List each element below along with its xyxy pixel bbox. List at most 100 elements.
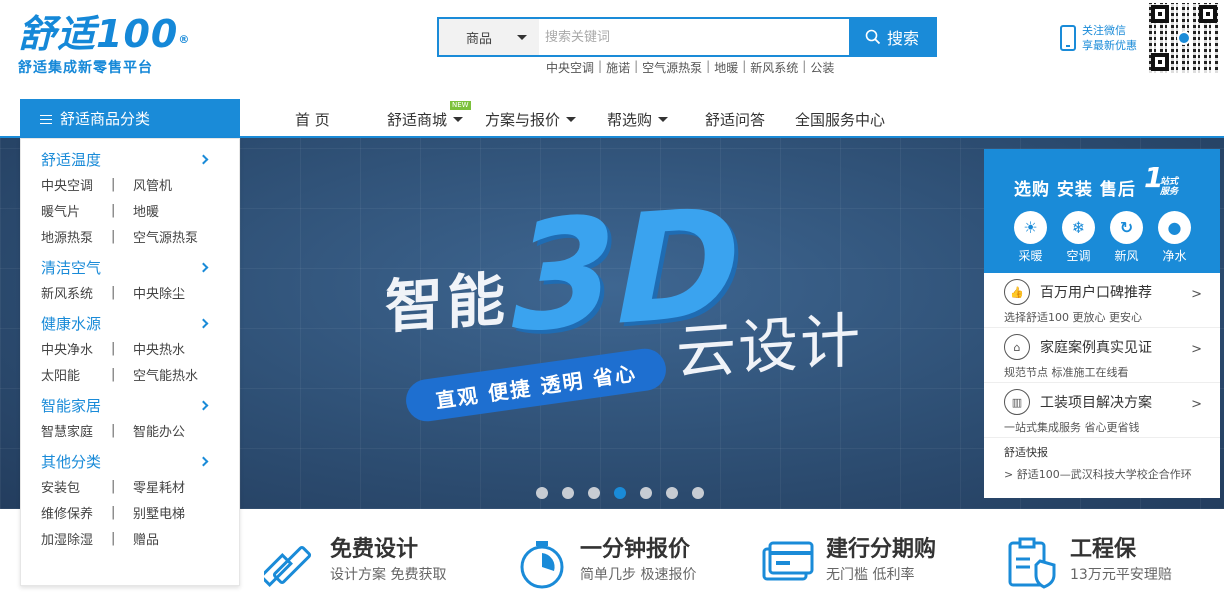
category-link[interactable]: 安装包 bbox=[41, 477, 111, 496]
category-link[interactable]: 维修保养 bbox=[41, 503, 111, 522]
hot-link[interactable]: 空气源热泵 bbox=[642, 59, 702, 76]
carousel-dot[interactable] bbox=[536, 487, 548, 499]
heating-link[interactable]: ☀ 采暖 bbox=[1014, 211, 1047, 264]
banner-word-cloud-design: 云设计 bbox=[676, 305, 862, 389]
feature-project-insurance[interactable]: 工程保 13万元平安理赔 bbox=[1004, 535, 1172, 591]
panel-item-cases[interactable]: ⌂ 家庭案例真实见证 > 规范节点 标准施工在线看 bbox=[984, 328, 1220, 383]
category-link[interactable]: 零星耗材 bbox=[133, 477, 185, 496]
hot-link[interactable]: 公装 bbox=[810, 59, 834, 76]
category-row: 暖气片 | 地暖 bbox=[41, 201, 160, 220]
category-row: 新风系统 | 中央除尘 bbox=[41, 283, 186, 302]
carousel-dot[interactable] bbox=[640, 487, 652, 499]
feature-quick-quote[interactable]: 一分钟报价 简单几步 极速报价 bbox=[514, 535, 696, 591]
chevron-right-icon: > bbox=[1191, 342, 1202, 357]
nav-item-help-buy[interactable]: 帮选购 bbox=[607, 109, 669, 130]
nav-item-mall[interactable]: 舒适商城 bbox=[387, 109, 464, 130]
category-group: 智能家居 智慧家庭 | 智能办公 bbox=[21, 393, 239, 443]
phone-icon bbox=[1060, 25, 1076, 51]
panel-item-projects[interactable]: ▥ 工装项目解决方案 > 一站式集成服务 省心更省钱 bbox=[984, 383, 1220, 438]
service-panel: 选购 安装 售后 1 站式 服务 ☀ 采暖 ❄ 空调 ↻ 新风 ● 净水 👍 百万用户口碑推… bbox=[984, 149, 1220, 498]
panel-item-reviews[interactable]: 👍 百万用户口碑推荐 > 选择舒适100 更放心 更安心 bbox=[984, 273, 1220, 328]
category-menu-button[interactable]: 舒适商品分类 bbox=[20, 99, 240, 138]
category-link[interactable]: 地源热泵 bbox=[41, 227, 111, 246]
category-link[interactable]: 空气能热水 bbox=[133, 365, 198, 384]
carousel-dot[interactable] bbox=[562, 487, 574, 499]
category-title[interactable]: 智能家居 bbox=[41, 393, 219, 417]
list-icon bbox=[40, 113, 52, 124]
category-link[interactable]: 太阳能 bbox=[41, 365, 111, 384]
category-row: 中央空调 | 风管机 bbox=[41, 175, 173, 194]
feature-installment[interactable]: 建行分期购 无门槛 低利率 bbox=[760, 535, 936, 591]
category-title[interactable]: 清洁空气 bbox=[41, 255, 219, 279]
water-link[interactable]: ● 净水 bbox=[1158, 211, 1191, 264]
category-link[interactable]: 新风系统 bbox=[41, 283, 111, 302]
category-link[interactable]: 加湿除湿 bbox=[41, 529, 111, 548]
nav-item-quote[interactable]: 方案与报价 bbox=[485, 109, 577, 130]
hot-link[interactable]: 新风系统 bbox=[750, 59, 798, 76]
snowflake-icon: ❄ bbox=[1062, 211, 1095, 244]
carousel-dot[interactable] bbox=[692, 487, 704, 499]
news-link[interactable]: > 舒适100—武汉科技大学校企合作环 bbox=[984, 460, 1220, 482]
category-dropdown: 舒适温度中央空调 | 风管机 暖气片 | 地暖地源热泵 | 空气源热泵清洁空气新风系统 | 中央除… bbox=[20, 138, 240, 586]
category-link[interactable]: 赠品 bbox=[133, 529, 159, 548]
logo-slogan: 舒适集成新零售平台 bbox=[18, 60, 153, 76]
category-link[interactable]: 空气源热泵 bbox=[133, 227, 198, 246]
logo[interactable]: 舒适100® 舒适集成新零售平台 bbox=[18, 12, 193, 77]
category-link[interactable]: 智慧家庭 bbox=[41, 421, 111, 440]
stopwatch-icon bbox=[520, 541, 564, 589]
category-link[interactable]: 中央空调 bbox=[41, 175, 111, 194]
chevron-right-icon: > bbox=[1191, 397, 1202, 412]
category-row: 加湿除湿 | 赠品 bbox=[41, 529, 160, 548]
category-link[interactable]: 暖气片 bbox=[41, 201, 111, 220]
wechat-follow[interactable]: 关注微信 享最新优惠 bbox=[1060, 23, 1137, 53]
search-input[interactable] bbox=[539, 19, 849, 55]
fan-icon: ↻ bbox=[1110, 211, 1143, 244]
hot-link[interactable]: 中央空调 bbox=[546, 59, 594, 76]
category-group: 舒适温度中央空调 | 风管机 暖气片 | 地暖地源热泵 | 空气源热泵 bbox=[21, 147, 239, 249]
category-title[interactable]: 舒适温度 bbox=[41, 147, 219, 171]
nav-item-service-center[interactable]: 全国服务中心 bbox=[795, 109, 885, 130]
new-badge: NEW bbox=[450, 101, 471, 110]
caret-down-icon bbox=[566, 117, 577, 122]
water-drop-icon: ● bbox=[1158, 211, 1191, 244]
thumbs-up-icon: 👍 bbox=[1004, 279, 1030, 305]
chevron-right-icon bbox=[198, 456, 209, 466]
category-link[interactable]: 别墅电梯 bbox=[133, 503, 185, 522]
category-link[interactable]: 中央净水 bbox=[41, 339, 111, 358]
carousel-dot[interactable] bbox=[614, 487, 626, 499]
wechat-line1: 关注微信 bbox=[1082, 24, 1126, 37]
category-link[interactable]: 中央除尘 bbox=[133, 283, 185, 302]
search-category-select[interactable]: 商品 bbox=[439, 19, 539, 55]
search-button[interactable]: 搜索 bbox=[849, 19, 935, 55]
caret-down-icon bbox=[453, 117, 464, 122]
category-title[interactable]: 其他分类 bbox=[41, 449, 219, 473]
hot-link[interactable]: 地暖 bbox=[714, 59, 738, 76]
search-icon bbox=[865, 29, 881, 45]
fresh-air-link[interactable]: ↻ 新风 bbox=[1110, 211, 1143, 264]
chevron-right-icon bbox=[198, 318, 209, 328]
feature-free-design[interactable]: 免费设计 设计方案 免费获取 bbox=[264, 535, 446, 591]
category-menu-label: 舒适商品分类 bbox=[60, 110, 151, 128]
carousel-dot[interactable] bbox=[666, 487, 678, 499]
caret-down-icon bbox=[517, 34, 527, 40]
ruler-pencil-icon bbox=[264, 545, 312, 587]
nav-item-qa[interactable]: 舒适问答 bbox=[705, 109, 765, 130]
category-link[interactable]: 风管机 bbox=[133, 175, 172, 194]
search-bar: 商品 搜索 bbox=[437, 17, 937, 57]
category-group: 其他分类 安装包 | 零星耗材 维修保养 | 别墅电梯 加湿除湿 | 赠品 bbox=[21, 449, 239, 551]
category-link[interactable]: 中央热水 bbox=[133, 339, 185, 358]
chevron-right-icon bbox=[198, 154, 209, 164]
category-title[interactable]: 健康水源 bbox=[41, 311, 219, 335]
search-button-label: 搜索 bbox=[886, 29, 919, 48]
chevron-right-icon: > bbox=[1191, 287, 1202, 302]
nav-item-home[interactable]: 首 页 bbox=[295, 109, 330, 130]
aircon-link[interactable]: ❄ 空调 bbox=[1062, 211, 1095, 264]
category-group: 清洁空气新风系统 | 中央除尘 bbox=[21, 255, 239, 305]
search-category-value: 商品 bbox=[466, 31, 493, 47]
category-link[interactable]: 智能办公 bbox=[133, 421, 185, 440]
category-row: 地源热泵 | 空气源热泵 bbox=[41, 227, 199, 246]
category-link[interactable]: 地暖 bbox=[133, 201, 159, 220]
carousel-dot[interactable] bbox=[588, 487, 600, 499]
category-group: 健康水源 中央净水 | 中央热水 太阳能 | 空气能热水 bbox=[21, 311, 239, 387]
hot-link[interactable]: 施诺 bbox=[606, 59, 630, 76]
